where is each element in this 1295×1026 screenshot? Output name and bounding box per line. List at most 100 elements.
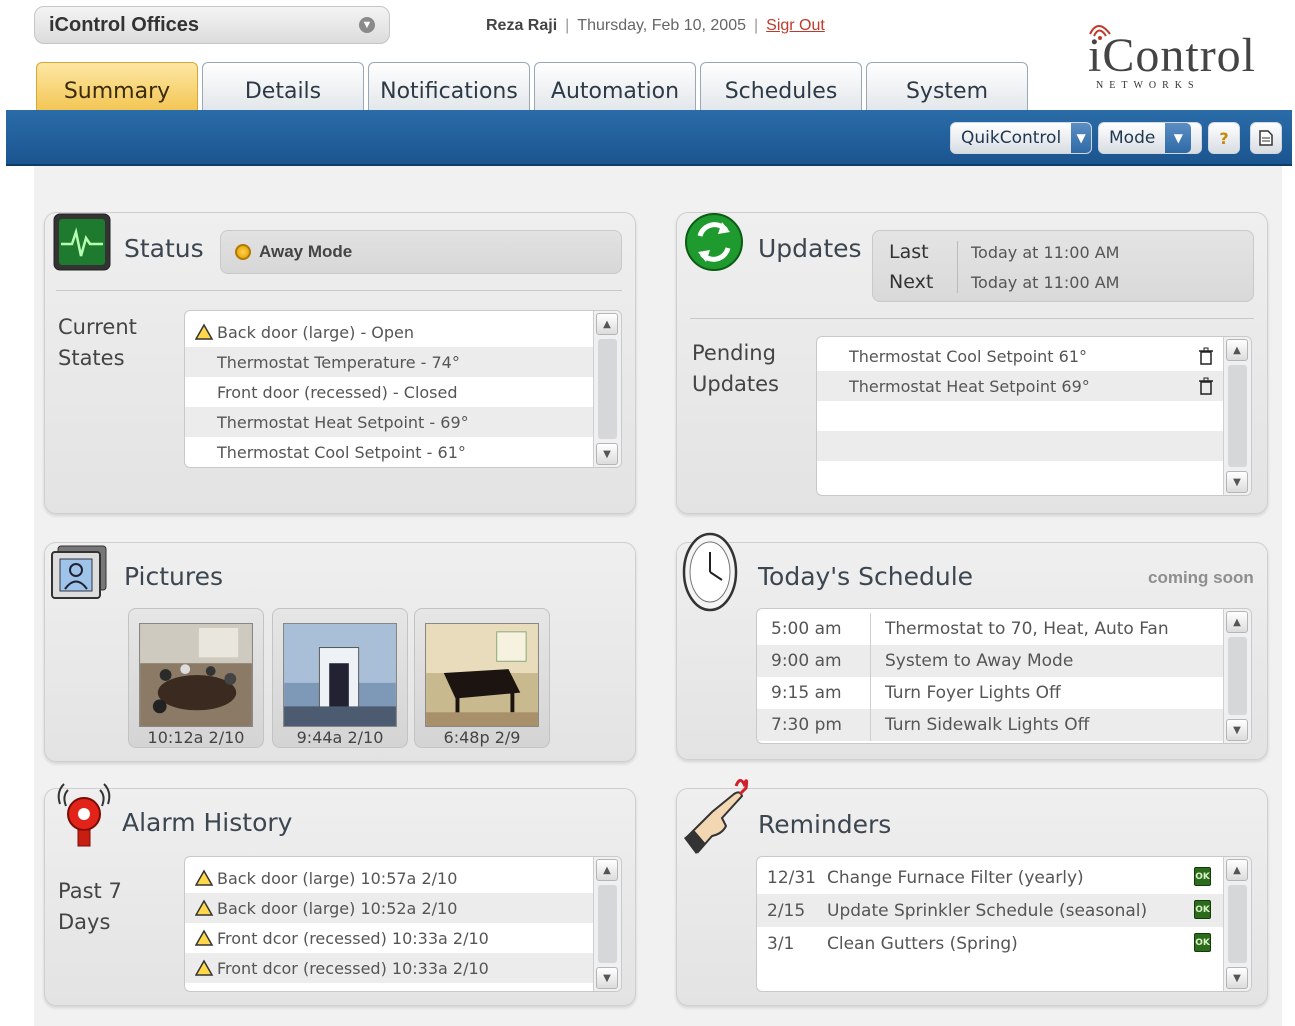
trash-icon[interactable] <box>1199 377 1213 395</box>
heartbeat-monitor-icon <box>53 213 111 271</box>
scrollbar[interactable]: ▲ ▼ <box>593 311 621 467</box>
picture-thumbnail[interactable]: 9:44a 2/10 <box>272 608 408 748</box>
list-item: Back door (large) 10:52a 2/10 <box>185 893 621 923</box>
schedule-row: 9:15 am Turn Foyer Lights Off <box>757 677 1251 709</box>
chevron-down-icon: ▼ <box>1165 123 1192 153</box>
reminders-list[interactable]: 12/31 Change Furnace Filter (yearly) OK … <box>756 856 1252 992</box>
reminder-row: 3/1 Clean Gutters (Spring) OK <box>757 927 1251 960</box>
picture-thumbnail[interactable]: 10:12a 2/10 <box>128 608 264 748</box>
list-item-text: Back door (large) 10:52a 2/10 <box>217 898 458 918</box>
scroll-down-icon[interactable]: ▼ <box>1226 967 1248 989</box>
list-item: Back door (large) 10:57a 2/10 <box>185 863 621 893</box>
pending-updates-list[interactable]: Thermostat Cool Setpoint 61° Thermostat … <box>816 336 1252 496</box>
alarm-history-list[interactable]: Back door (large) 10:57a 2/10 Back door … <box>184 856 622 992</box>
tab-automation[interactable]: Automation <box>534 62 696 112</box>
scroll-track[interactable] <box>598 339 617 439</box>
schedule-time: 7:30 pm <box>757 709 871 741</box>
scroll-track[interactable] <box>1228 365 1247 467</box>
schedule-desc: Thermostat to 70, Heat, Auto Fan <box>885 619 1169 639</box>
status-mode-badge: Away Mode <box>220 230 622 274</box>
ok-button[interactable]: OK <box>1194 900 1211 919</box>
tab-notifications[interactable]: Notifications <box>368 62 530 112</box>
list-item-empty <box>817 431 1251 461</box>
scroll-up-icon[interactable]: ▲ <box>596 313 618 335</box>
chevron-down-icon[interactable]: ▼ <box>359 17 375 33</box>
tab-details[interactable]: Details <box>202 62 364 112</box>
list-item-text: Thermostat Temperature - 74° <box>217 352 460 372</box>
scrollbar[interactable]: ▲ ▼ <box>1223 609 1251 743</box>
list-item: Thermostat Heat Setpoint - 69° <box>185 407 621 437</box>
scroll-down-icon[interactable]: ▼ <box>1226 471 1248 493</box>
divider <box>690 318 1254 319</box>
current-date: Thursday, Feb 10, 2005 <box>577 17 746 34</box>
document-button[interactable] <box>1250 122 1282 154</box>
quikcontrol-dropdown[interactable]: QuikControl ▼ <box>950 122 1092 154</box>
warning-icon <box>195 899 214 916</box>
help-button[interactable]: ? <box>1208 122 1240 154</box>
schedule-row: 7:30 pm Turn Sidewalk Lights Off <box>757 709 1251 741</box>
alarm-bell-icon <box>57 783 111 847</box>
list-item-text: Front door (recessed) - Closed <box>217 382 458 402</box>
warning-icon <box>195 959 214 976</box>
quikcontrol-label: QuikControl <box>961 128 1062 148</box>
scroll-down-icon[interactable]: ▼ <box>596 967 618 989</box>
reminder-date: 2/15 <box>767 900 806 921</box>
sign-out-link[interactable]: Sigr Out <box>766 17 825 35</box>
clock-icon <box>682 532 738 612</box>
schedule-title: Today's Schedule <box>758 562 974 591</box>
list-item-text: Thermostat Heat Setpoint - 69° <box>217 412 469 432</box>
scrollbar[interactable]: ▲ ▼ <box>593 857 621 991</box>
current-states-list[interactable]: Back door (large) - Open Thermostat Temp… <box>184 310 622 468</box>
scroll-down-icon[interactable]: ▼ <box>1226 719 1248 741</box>
next-value: Today at 11:00 AM <box>971 273 1120 292</box>
scroll-up-icon[interactable]: ▲ <box>1226 859 1248 881</box>
list-item-text: Thermostat Cool Setpoint - 61° <box>217 442 466 462</box>
scrollbar[interactable]: ▲ ▼ <box>1223 337 1251 495</box>
scroll-track[interactable] <box>1228 885 1247 963</box>
icontrol-logo: iControl NETWORKS <box>1080 14 1270 98</box>
schedule-row: 5:00 am Thermostat to 70, Heat, Auto Fan <box>757 613 1251 645</box>
list-item-text: Thermostat Heat Setpoint 69° <box>849 376 1090 396</box>
scroll-up-icon[interactable]: ▲ <box>1226 611 1248 633</box>
ok-button[interactable]: OK <box>1194 867 1211 886</box>
picture-thumbnail[interactable]: 6:48p 2/9 <box>414 608 550 748</box>
site-selector[interactable]: iControl Offices ▼ <box>34 6 390 44</box>
list-item: Thermostat Cool Setpoint - 61° <box>185 437 621 467</box>
reminder-row: 2/15 Update Sprinkler Schedule (seasonal… <box>757 894 1251 927</box>
last-value: Today at 11:00 AM <box>971 243 1120 262</box>
logo-text: iControl <box>1088 29 1257 82</box>
mode-label: Mode <box>1109 128 1156 148</box>
picture-timestamp: 6:48p 2/9 <box>443 728 521 747</box>
schedule-desc: System to Away Mode <box>885 651 1074 671</box>
status-mode-text: Away Mode <box>259 242 353 261</box>
list-item: Front dcor (recessed) 10:33a 2/10 <box>185 953 621 983</box>
picture-timestamp: 10:12a 2/10 <box>147 728 245 747</box>
ok-button[interactable]: OK <box>1194 933 1211 952</box>
main-tabs: Summary Details Notifications Automation… <box>36 62 1028 112</box>
document-icon <box>1259 130 1273 146</box>
scroll-down-icon[interactable]: ▼ <box>596 443 618 465</box>
list-item-empty <box>817 401 1251 431</box>
label-line: Pending <box>692 341 776 365</box>
conference-room-photo <box>139 623 253 727</box>
pending-updates-label: Pending Updates <box>692 338 779 400</box>
trash-icon[interactable] <box>1199 347 1213 365</box>
piano-room-photo <box>425 623 539 727</box>
scroll-up-icon[interactable]: ▲ <box>596 859 618 881</box>
schedule-time: 5:00 am <box>757 613 871 645</box>
tab-schedules[interactable]: Schedules <box>700 62 862 112</box>
scroll-track[interactable] <box>1228 637 1247 715</box>
hallway-photo <box>283 623 397 727</box>
label-line: Days <box>58 910 111 934</box>
schedule-list[interactable]: 5:00 am Thermostat to 70, Heat, Auto Fan… <box>756 608 1252 744</box>
picture-timestamp: 9:44a 2/10 <box>296 728 384 747</box>
reminder-date: 12/31 <box>767 867 816 888</box>
alarm-history-title: Alarm History <box>122 808 293 837</box>
scroll-track[interactable] <box>598 885 617 963</box>
scroll-up-icon[interactable]: ▲ <box>1226 339 1248 361</box>
user-name: Reza Raji <box>486 17 558 34</box>
mode-dropdown[interactable]: Mode ▼ <box>1098 122 1202 154</box>
scrollbar[interactable]: ▲ ▼ <box>1223 857 1251 991</box>
tab-summary[interactable]: Summary <box>36 62 198 112</box>
tab-system[interactable]: System <box>866 62 1028 112</box>
